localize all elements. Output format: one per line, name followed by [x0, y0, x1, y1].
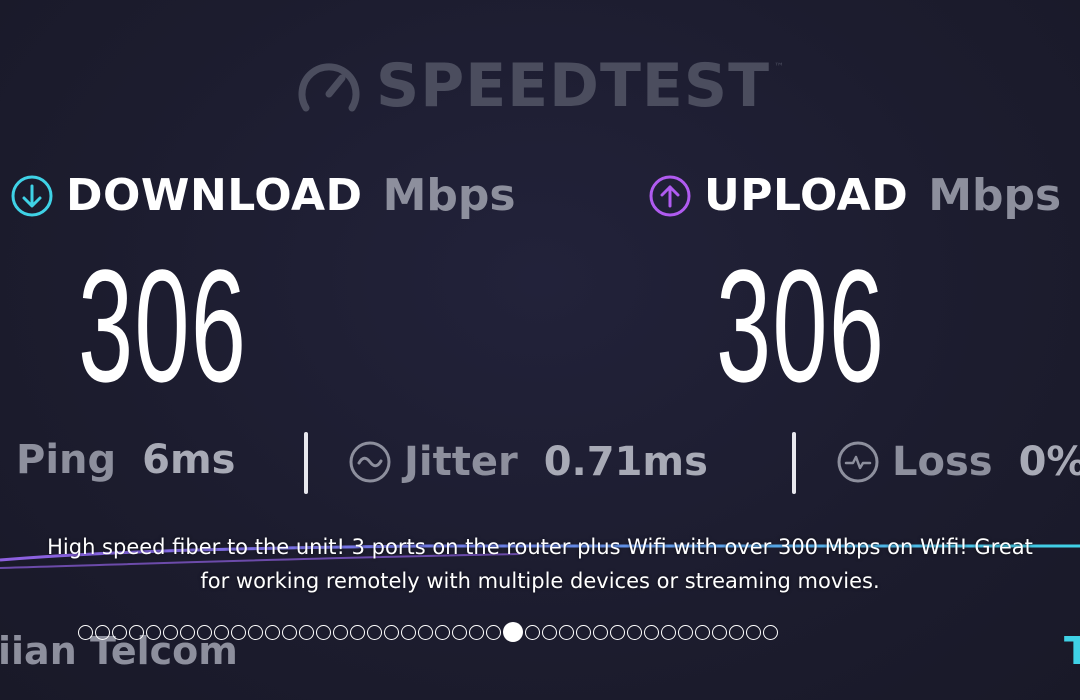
- jitter-value: 0.71ms: [543, 439, 708, 485]
- pagination-dot[interactable]: [746, 624, 761, 640]
- pagination-dot[interactable]: [593, 624, 608, 640]
- pagination-dot[interactable]: [197, 624, 212, 640]
- pagination-dot[interactable]: [248, 624, 263, 640]
- pagination-dot[interactable]: [435, 624, 450, 640]
- pagination-dot[interactable]: [265, 624, 280, 640]
- pagination-dot[interactable]: [678, 624, 693, 640]
- pagination-dot[interactable]: [712, 624, 727, 640]
- stat-divider: [304, 432, 308, 494]
- pagination-dot[interactable]: [316, 624, 331, 640]
- pagination-dot[interactable]: [129, 624, 144, 640]
- pagination-dot[interactable]: [661, 624, 676, 640]
- speedtest-slide: SPEEDTEST ™ DOWNLOAD Mbps UPLOAD Mbps 30…: [0, 0, 1080, 700]
- ping-value: 6ms: [142, 437, 236, 483]
- provider-fragment: T: [1064, 629, 1080, 673]
- pagination-dot[interactable]: [282, 624, 297, 640]
- pagination-dot[interactable]: [695, 624, 710, 640]
- ping-label: Ping: [16, 437, 117, 483]
- jitter-stat: Jitter 0.71ms: [348, 440, 708, 484]
- pagination-dot[interactable]: [469, 624, 484, 640]
- pagination-dot[interactable]: [644, 624, 659, 640]
- loss-value: 0%: [1018, 439, 1080, 485]
- pagination-dot[interactable]: [452, 624, 467, 640]
- arrow-up-circle-icon: [649, 175, 691, 217]
- pagination-dot[interactable]: [610, 624, 625, 640]
- pagination-dot[interactable]: [729, 624, 744, 640]
- pagination-dot[interactable]: [78, 624, 93, 640]
- upload-unit: Mbps: [928, 170, 1062, 221]
- wave-circle-icon: [349, 441, 391, 483]
- upload-header: UPLOAD Mbps: [648, 174, 1061, 218]
- pagination-dot[interactable]: [231, 624, 246, 640]
- pagination-dot[interactable]: [763, 624, 778, 640]
- slide-pagination: [78, 622, 1008, 642]
- pagination-dot[interactable]: [350, 624, 365, 640]
- upload-speed-value: 306: [716, 236, 886, 415]
- pagination-dot[interactable]: [214, 624, 229, 640]
- download-speed-value: 306: [78, 236, 248, 415]
- pagination-dot[interactable]: [525, 624, 540, 640]
- pagination-dot[interactable]: [299, 624, 314, 640]
- pagination-dot[interactable]: [384, 624, 399, 640]
- pagination-dot[interactable]: [627, 624, 642, 640]
- ping-stat: Ping 6ms: [16, 440, 235, 480]
- trademark-symbol: ™: [774, 62, 785, 73]
- pagination-dot-active[interactable]: [503, 622, 523, 642]
- pulse-circle-icon: [837, 441, 879, 483]
- stat-divider: [792, 432, 796, 494]
- jitter-label: Jitter: [404, 439, 518, 485]
- pagination-dot[interactable]: [401, 624, 416, 640]
- download-label: DOWNLOAD: [66, 170, 363, 221]
- pagination-dot[interactable]: [146, 624, 161, 640]
- pagination-dot[interactable]: [418, 624, 433, 640]
- pagination-dot[interactable]: [333, 624, 348, 640]
- loss-label: Loss: [892, 439, 993, 485]
- pagination-dot[interactable]: [95, 624, 110, 640]
- arrow-down-circle-icon: [11, 175, 53, 217]
- gauge-icon: [298, 63, 360, 112]
- pagination-dot[interactable]: [180, 624, 195, 640]
- logo-text: SPEEDTEST: [376, 51, 771, 121]
- pagination-dot[interactable]: [542, 624, 557, 640]
- pagination-dot[interactable]: [112, 624, 127, 640]
- pagination-dot[interactable]: [163, 624, 178, 640]
- pagination-dot[interactable]: [559, 624, 574, 640]
- speedtest-logo: SPEEDTEST ™: [296, 56, 784, 116]
- pagination-dot[interactable]: [576, 624, 591, 640]
- upload-label: UPLOAD: [704, 170, 909, 221]
- pagination-dot[interactable]: [486, 624, 501, 640]
- loss-stat: Loss 0%: [836, 440, 1080, 484]
- download-header: DOWNLOAD Mbps: [10, 174, 516, 218]
- download-unit: Mbps: [382, 170, 516, 221]
- slide-caption: High speed fiber to the unit! 3 ports on…: [47, 535, 1033, 593]
- pagination-dot[interactable]: [367, 624, 382, 640]
